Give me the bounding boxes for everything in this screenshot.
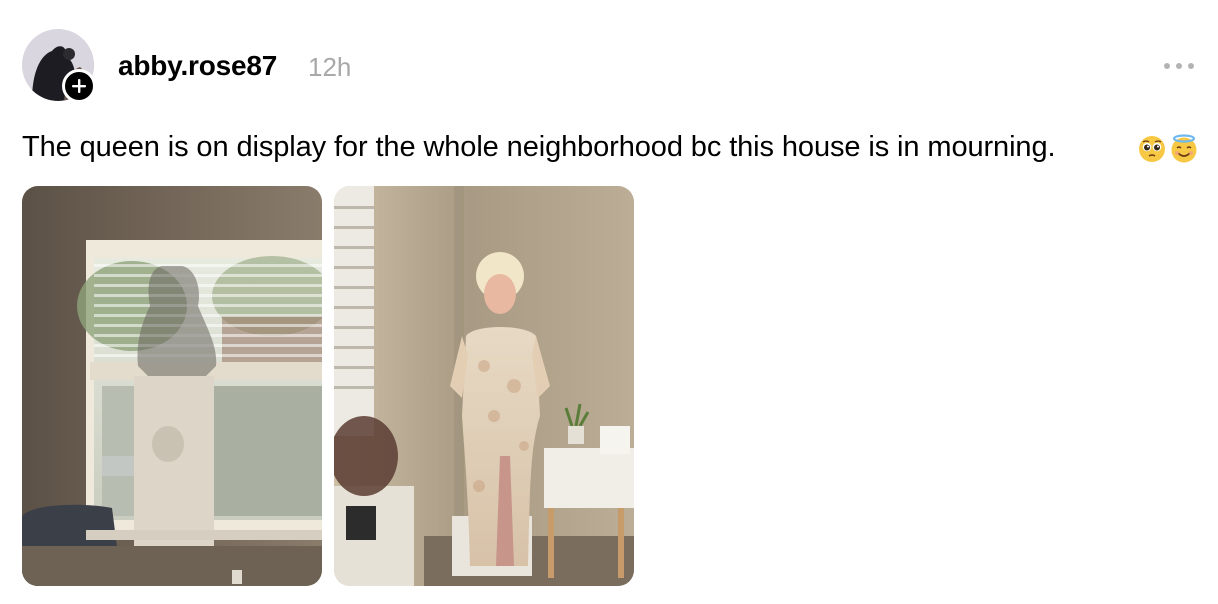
more-options-button[interactable] xyxy=(1164,56,1204,76)
more-horizontal-icon xyxy=(1164,63,1170,69)
follow-button[interactable] xyxy=(62,69,96,103)
caption-emojis xyxy=(1137,134,1199,164)
more-horizontal-icon xyxy=(1176,63,1182,69)
smiling-face-with-halo-emoji xyxy=(1171,134,1197,163)
photo-window-silhouette[interactable] xyxy=(22,186,322,586)
avatar-wrap[interactable] xyxy=(22,29,96,103)
pleading-face-emoji xyxy=(1139,136,1165,162)
photo-cutout-indoor-image xyxy=(334,186,634,586)
post: abby.rose87 12h The queen is on display … xyxy=(0,0,1218,604)
photo-cutout-indoor[interactable] xyxy=(334,186,634,586)
plus-icon xyxy=(72,79,86,93)
post-timestamp[interactable]: 12h xyxy=(308,52,351,83)
more-horizontal-icon xyxy=(1188,63,1194,69)
post-caption: The queen is on display for the whole ne… xyxy=(22,131,1056,163)
photo-window-silhouette-image xyxy=(22,186,322,586)
username-link[interactable]: abby.rose87 xyxy=(118,50,277,82)
